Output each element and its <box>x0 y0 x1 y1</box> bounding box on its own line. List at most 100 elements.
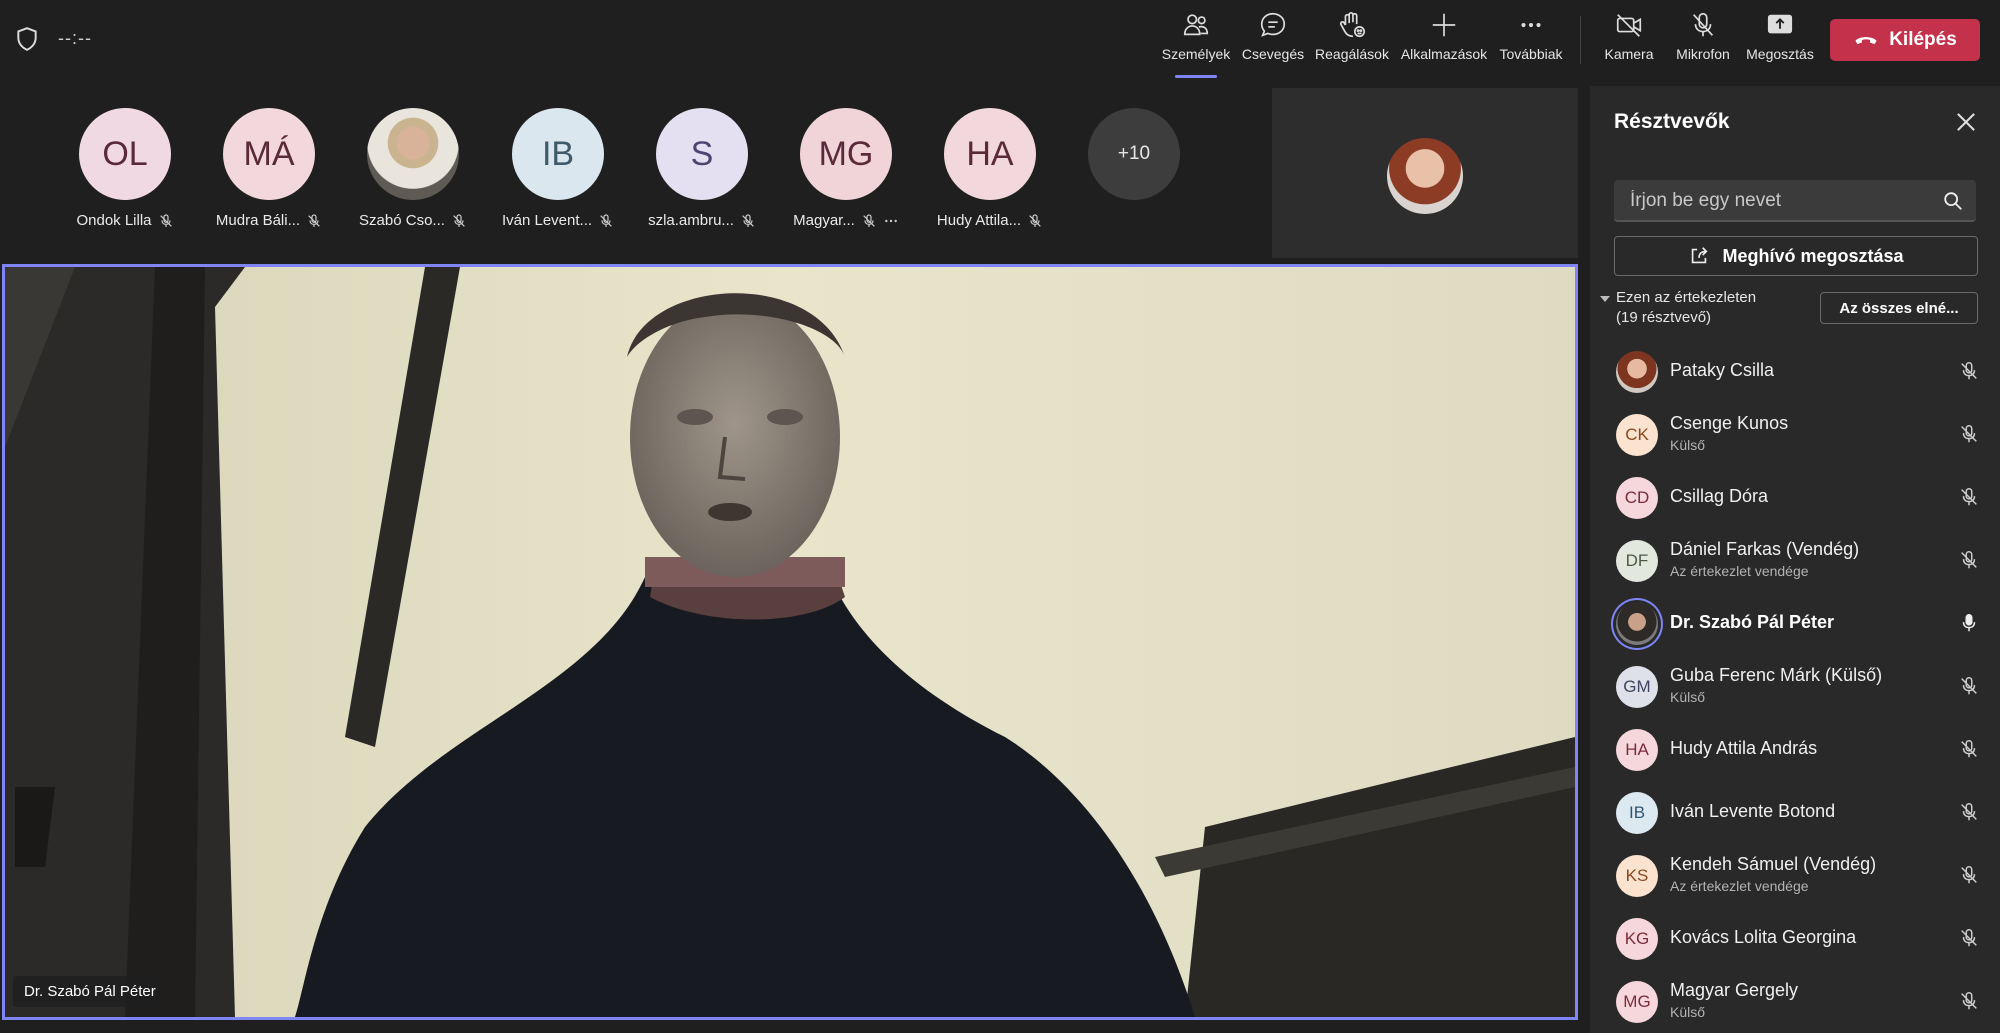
avatar: MÁ <box>223 108 315 200</box>
mic-off-icon[interactable] <box>1958 675 1980 697</box>
participant-tile[interactable]: MG Magyar... <box>776 108 916 229</box>
section-header[interactable]: Ezen az értekezleten (19 résztvevő) <box>1600 288 1770 328</box>
avatar <box>1616 351 1658 393</box>
mic-off-icon[interactable] <box>1958 990 1980 1012</box>
participant-text: Hudy Attila András <box>1670 738 1817 759</box>
reactions-button[interactable]: Reagálások <box>1312 10 1392 72</box>
avatar: MG <box>800 108 892 200</box>
people-label: Személyek <box>1161 46 1231 62</box>
participant-name: Iván Levent... <box>501 212 593 229</box>
meeting-toolbar: --:-- Személyek Csevegés Reagálások Alka… <box>0 0 2000 80</box>
list-item[interactable]: IB Iván Levente Botond <box>1590 781 2000 844</box>
participant-tile[interactable]: IB Iván Levent... <box>488 108 628 229</box>
mic-off-icon[interactable] <box>1958 927 1980 949</box>
search-icon[interactable] <box>1942 190 1964 212</box>
participant-tile[interactable]: HA Hudy Attila... <box>920 108 1060 229</box>
participant-name-row: Iván Levent... <box>488 212 628 229</box>
mic-off-icon[interactable] <box>1958 801 1980 823</box>
list-item[interactable]: GM Guba Ferenc Márk (Külső) Külső <box>1590 655 2000 718</box>
participant-name-row: szla.ambru... <box>632 212 772 229</box>
avatar <box>1616 603 1658 645</box>
participant-text: Csenge Kunos Külső <box>1670 413 1788 453</box>
participant-name: Kendeh Sámuel (Vendég) <box>1670 854 1877 874</box>
participant-tile[interactable]: Szabó Cso... <box>343 108 483 229</box>
mic-off-icon <box>1693 12 1713 37</box>
camera-button[interactable]: Kamera <box>1600 10 1658 72</box>
participant-name: Csillag Dóra <box>1670 486 1769 506</box>
list-item[interactable]: CD Csillag Dóra <box>1590 466 2000 529</box>
mic-off-icon[interactable] <box>1958 864 1980 886</box>
participant-text: Kovács Lolita Georgina <box>1670 927 1856 948</box>
participant-name: Szabó Cso... <box>359 212 445 229</box>
avatar: OL <box>79 108 171 200</box>
avatar: S <box>656 108 748 200</box>
participant-name: Guba Ferenc Márk (Külső) <box>1670 665 1883 685</box>
avatar: HA <box>944 108 1036 200</box>
more-button[interactable]: Továbbiak <box>1496 10 1566 72</box>
list-item[interactable]: Dr. Szabó Pál Péter <box>1590 592 2000 655</box>
leave-button[interactable]: Kilépés <box>1830 19 1980 61</box>
search-input[interactable] <box>1628 180 1932 222</box>
more-options-icon[interactable] <box>883 213 899 229</box>
participant-name-row: Mudra Báli... <box>199 212 339 229</box>
participant-name: Mudra Báli... <box>215 212 301 229</box>
self-video-tile[interactable] <box>1272 88 1578 258</box>
participant-name: Pataky Csilla <box>1670 360 1775 380</box>
participants-panel: Résztvevők Meghívó megosztása Ezen az ér… <box>1590 86 2000 1033</box>
mic-off-icon[interactable] <box>1958 360 1980 382</box>
list-item[interactable]: MG Magyar Gergely Külső <box>1590 970 2000 1033</box>
panel-title: Résztvevők <box>1614 110 1730 133</box>
avatar: CK <box>1616 414 1658 456</box>
mute-all-button[interactable]: Az összes elné... <box>1820 292 1978 324</box>
list-item[interactable]: CK Csenge Kunos Külső <box>1590 403 2000 466</box>
shield-icon[interactable] <box>14 26 40 52</box>
more-participants-tile[interactable]: +10 <box>1064 108 1204 200</box>
mic-off-icon <box>159 213 172 227</box>
microphone-label: Mikrofon <box>1676 46 1730 62</box>
mic-on-icon[interactable] <box>1958 612 1980 634</box>
mic-off-icon <box>453 213 465 227</box>
section-label: Ezen az értekezleten (19 résztvevő) <box>1616 289 1757 326</box>
list-item[interactable]: Pataky Csilla <box>1590 340 2000 403</box>
mic-off-icon[interactable] <box>1958 738 1980 760</box>
participant-text: Guba Ferenc Márk (Külső) Külső <box>1670 665 1882 705</box>
mic-off-icon[interactable] <box>1958 423 1980 445</box>
list-item[interactable]: HA Hudy Attila András <box>1590 718 2000 781</box>
close-icon[interactable] <box>1952 108 1980 136</box>
avatar <box>1387 138 1463 214</box>
apps-button[interactable]: Alkalmazások <box>1396 10 1492 72</box>
participant-name-row: Hudy Attila... <box>920 212 1060 229</box>
search-box <box>1614 180 1976 222</box>
participant-subtitle: Külső <box>1670 689 1706 705</box>
share-invite-button[interactable]: Meghívó megosztása <box>1614 236 1978 276</box>
share-link-icon <box>1692 247 1708 264</box>
mic-off-icon[interactable] <box>1958 486 1980 508</box>
more-participants-count: +10 <box>1088 108 1180 200</box>
share-button[interactable]: Megosztás <box>1744 10 1816 72</box>
participant-tile[interactable]: OL Ondok Lilla <box>55 108 195 229</box>
avatar <box>367 108 459 200</box>
microphone-button[interactable]: Mikrofon <box>1668 10 1738 72</box>
list-item[interactable]: DF Dániel Farkas (Vendég) Az értekezlet v… <box>1590 529 2000 592</box>
chat-icon <box>1260 12 1286 37</box>
mic-off-icon <box>863 213 875 227</box>
main-video-tile[interactable]: Dr. Szabó Pál Péter <box>2 264 1578 1020</box>
mic-off-icon[interactable] <box>1958 549 1980 571</box>
list-item[interactable]: KG Kovács Lolita Georgina <box>1590 907 2000 970</box>
participant-subtitle: Az értekezlet vendége <box>1670 563 1809 579</box>
mic-off-icon <box>1029 213 1041 227</box>
avatar: MG <box>1616 981 1658 1023</box>
people-button[interactable]: Személyek <box>1160 10 1232 78</box>
list-item[interactable]: KS Kendeh Sámuel (Vendég) Az értekezlet v… <box>1590 844 2000 907</box>
video-feed <box>5 267 1575 1017</box>
participant-name: Dániel Farkas (Vendég) <box>1670 539 1860 559</box>
avatar: IB <box>512 108 604 200</box>
chat-button[interactable]: Csevegés <box>1238 10 1308 72</box>
reactions-label: Reagálások <box>1315 46 1389 62</box>
participant-tile[interactable]: S szla.ambru... <box>632 108 772 229</box>
participant-name: Kovács Lolita Georgina <box>1670 927 1857 947</box>
participant-tile[interactable]: MÁ Mudra Báli... <box>199 108 339 229</box>
participant-name: Csenge Kunos <box>1670 413 1789 433</box>
speaker-name-tag: Dr. Szabó Pál Péter <box>13 976 167 1007</box>
leave-label: Kilépés <box>1889 29 1957 50</box>
